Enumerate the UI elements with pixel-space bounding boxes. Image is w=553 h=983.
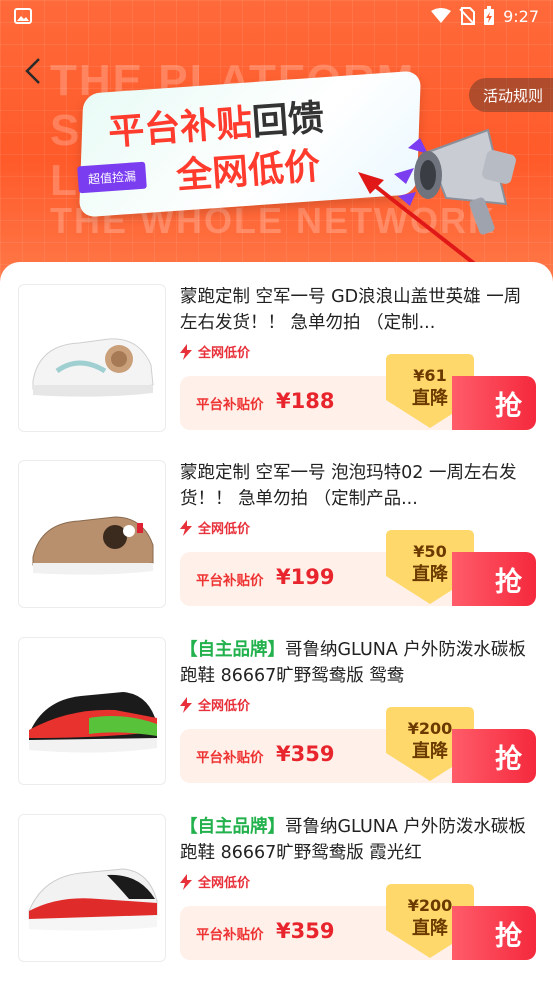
lightning-icon [180,696,192,713]
product-image[interactable] [18,460,166,608]
chevron-left-icon [25,58,40,84]
product-title[interactable]: 蒙跑定制 空军一号 GD浪浪山盖世英雄 一周左右发货！！ 急单勿拍 （定制... [180,284,538,336]
subsidy-price: ¥359 [276,742,335,766]
subsidy-price-label: 平台补贴价 [196,750,264,766]
lowest-price-tag: 全网低价 [180,518,250,537]
price-bar: 平台补贴价 ¥359 ¥200 直降 抢 [180,707,536,783]
grab-button[interactable]: 抢 [452,376,536,430]
subsidy-price: ¥188 [276,389,335,413]
subsidy-price: ¥359 [276,919,335,943]
gallery-icon [14,8,32,24]
subsidy-price-label: 平台补贴价 [196,573,264,589]
product-image[interactable] [18,637,166,785]
status-bar: 9:27 [0,0,553,32]
lowest-price-label: 全网低价 [198,346,251,361]
wifi-icon [431,8,452,23]
activity-rules-button[interactable]: 活动规则 [468,78,553,112]
hero-tag: 超值捡漏 [77,161,147,194]
grab-button[interactable]: 抢 [452,729,536,783]
product-item[interactable]: 蒙跑定制 空军一号 泡泡玛特02 一周左右发货！！ 急单勿拍 （定制产品... … [0,438,553,610]
brand-tag: 【自主品牌】 [180,640,285,660]
product-image[interactable] [18,814,166,962]
lowest-price-tag: 全网低价 [180,695,250,714]
product-title[interactable]: 【自主品牌】哥鲁纳GLUNA 户外防泼水碳板跑鞋 86667旷野鸳鸯版 霞光红 [180,814,538,866]
sneaker-image [28,868,158,931]
subsidy-price-label: 平台补贴价 [196,397,264,413]
status-time: 9:27 [503,6,539,26]
product-item[interactable]: 【自主品牌】哥鲁纳GLUNA 户外防泼水碳板跑鞋 86667旷野鸳鸯版 鸳鸯 全… [0,615,553,787]
brand-tag: 【自主品牌】 [180,817,285,837]
price-bar: 平台补贴价 ¥199 ¥50 直降 抢 [180,530,536,606]
lowest-price-label: 全网低价 [198,876,251,891]
hero-subtitle: 全网低价 [174,146,322,197]
price-bar: 平台补贴价 ¥359 ¥200 直降 抢 [180,884,536,960]
lowest-price-label: 全网低价 [198,699,251,714]
product-title-text: 蒙跑定制 空军一号 泡泡玛特02 一周左右发货！！ 急单勿拍 （定制产品... [180,463,517,509]
product-list: 蒙跑定制 空军一号 GD浪浪山盖世英雄 一周左右发货！！ 急单勿拍 （定制...… [0,262,553,983]
price-bar: 平台补贴价 ¥188 ¥61 直降 抢 [180,354,536,430]
sneaker-image [32,516,154,575]
product-title[interactable]: 【自主品牌】哥鲁纳GLUNA 户外防泼水碳板跑鞋 86667旷野鸳鸯版 鸳鸯 [180,637,538,689]
grab-button[interactable]: 抢 [452,552,536,606]
product-item[interactable]: 蒙跑定制 空军一号 GD浪浪山盖世英雄 一周左右发货！！ 急单勿拍 （定制...… [0,262,553,434]
banner-bg-text: L [50,156,79,205]
grab-button[interactable]: 抢 [452,906,536,960]
lightning-icon [180,343,192,360]
lowest-price-tag: 全网低价 [180,872,250,891]
product-title-text: 蒙跑定制 空军一号 GD浪浪山盖世英雄 一周左右发货！！ 急单勿拍 （定制... [180,287,522,333]
lowest-price-label: 全网低价 [198,522,251,537]
back-button[interactable] [20,54,46,88]
sneaker-image [32,338,154,397]
sneaker-image [29,692,157,753]
lowest-price-tag: 全网低价 [180,342,250,361]
lightning-icon [180,873,192,890]
battery-charging-icon [484,6,495,25]
product-item[interactable]: 【自主品牌】哥鲁纳GLUNA 户外防泼水碳板跑鞋 86667旷野鸳鸯版 霞光红 … [0,792,553,964]
subsidy-price: ¥199 [276,565,335,589]
no-sim-icon [459,7,476,25]
product-title[interactable]: 蒙跑定制 空军一号 泡泡玛特02 一周左右发货！！ 急单勿拍 （定制产品... [180,460,538,512]
subsidy-price-label: 平台补贴价 [196,927,264,943]
lightning-icon [180,519,192,536]
product-image[interactable] [18,284,166,432]
